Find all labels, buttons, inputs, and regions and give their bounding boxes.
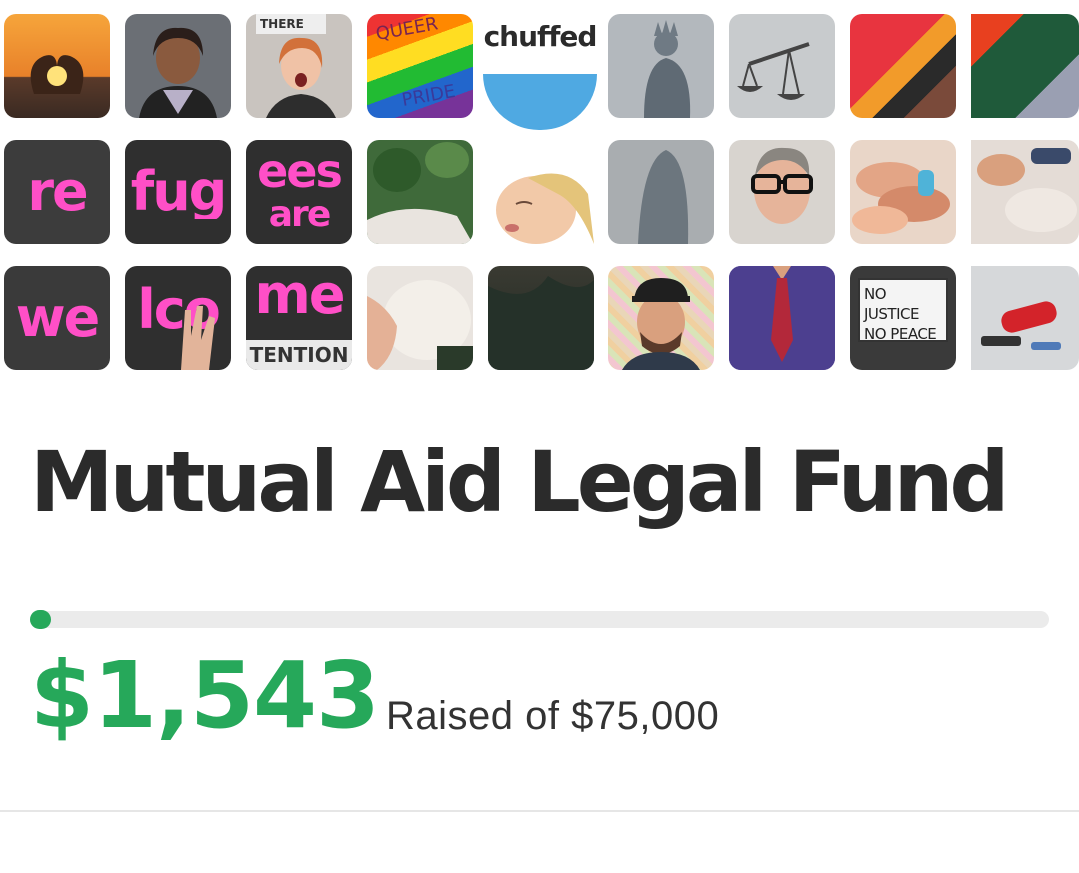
sign-small-text: THERE: [260, 17, 304, 31]
statue-image: [644, 20, 691, 118]
collage-tile-knitting-green: [971, 14, 1079, 118]
collage-tile-portrait-woman: [125, 14, 231, 118]
funding-progress-bar: [30, 610, 1049, 629]
collage-tile-justice-scales: [729, 14, 835, 118]
campaign-page: THERE QUEER PRIDE chuffed re fug ees are…: [0, 0, 1079, 873]
collage-tile-knitting-pink: [850, 14, 956, 118]
portrait-image: [751, 147, 813, 224]
collage-tile-pride-sign: QUEER PRIDE: [367, 14, 473, 118]
protest-sign-line1: NO JUSTICE: [864, 285, 919, 323]
collage-tile-no-justice-sign: NO JUSTICE NO PEACE: [850, 266, 956, 370]
collage-tile-sheep-green: [367, 140, 473, 244]
sign-word-ees: ees: [257, 148, 343, 195]
detention-sign: TENTION: [246, 340, 352, 370]
sign-word-re: re: [27, 165, 88, 219]
collage-tile-heart-sunset: [4, 14, 110, 118]
collage-tile-girl-sleeping: [488, 154, 594, 258]
hands-image: [977, 148, 1077, 232]
sign-word-we: we: [15, 291, 101, 345]
collage-tile-portrait-man-cap: [608, 266, 714, 370]
collage-tile-sign-ees: ees are: [246, 140, 352, 244]
statue-image: [638, 150, 689, 244]
logo-wordmark: chuffed: [483, 20, 598, 53]
collage-tile-litter: [971, 266, 1079, 370]
campaign-title: Mutual Aid Legal Fund: [30, 433, 1010, 531]
hands-image: [852, 162, 950, 234]
sheep-image: [367, 142, 473, 244]
shirt-tie-image: [729, 266, 835, 370]
funding-progress-fill: [30, 610, 51, 629]
chuffed-logo[interactable]: chuffed: [478, 14, 602, 130]
sign-word-are: are: [268, 196, 331, 233]
heart-hands-image: [30, 55, 84, 94]
queer-text: QUEER: [374, 14, 439, 45]
protest-sign: NO JUSTICE NO PEACE: [858, 278, 948, 343]
collage-tile-sign-re: re: [4, 140, 110, 244]
sheep-image: [367, 280, 473, 370]
collage-tile-statue: [608, 14, 714, 118]
collage-tile-sign-fug: fug: [125, 140, 231, 244]
scales-icon: [737, 42, 810, 100]
section-divider: [0, 810, 1079, 812]
logo-bowl-shape: [483, 74, 597, 130]
collage-tile-dark-fabric: [488, 266, 594, 370]
raised-of-goal-caption: Raised of $75,000: [386, 694, 720, 738]
amount-raised: $1,543: [30, 642, 380, 749]
collage-tile-portrait-man-glasses: [729, 140, 835, 244]
collage-tile-hands-together: [850, 140, 956, 244]
collage-tile-statue-2: [608, 140, 714, 244]
portrait-image: [622, 278, 700, 370]
sign-word-me: me: [254, 268, 346, 323]
girl-face-image: [496, 173, 594, 244]
raised-hand-image: [181, 306, 215, 370]
campaign-collage: THERE QUEER PRIDE chuffed re fug ees are…: [0, 0, 1079, 372]
collage-tile-protest-crowd: THERE: [246, 14, 352, 118]
collage-tile-man-purple-shirt: [729, 266, 835, 370]
collage-tile-sign-we: we: [4, 266, 110, 370]
collage-tile-sign-me: me TENTION: [246, 266, 352, 370]
protest-sign-line2: NO PEACE: [864, 325, 937, 343]
collage-tile-sheep-hand: [367, 266, 473, 370]
sign-word-fug: fug: [130, 165, 228, 219]
collage-tile-hands-2: [971, 140, 1079, 244]
pride-sign-image: QUEER PRIDE: [374, 14, 457, 111]
litter-image: [981, 301, 1061, 350]
pride-text: PRIDE: [400, 81, 457, 111]
protest-crowd-image: THERE: [256, 14, 336, 118]
collage-tile-sign-lco: lco: [125, 266, 231, 370]
portrait-image: [139, 27, 217, 118]
fabric-image: [488, 276, 594, 370]
